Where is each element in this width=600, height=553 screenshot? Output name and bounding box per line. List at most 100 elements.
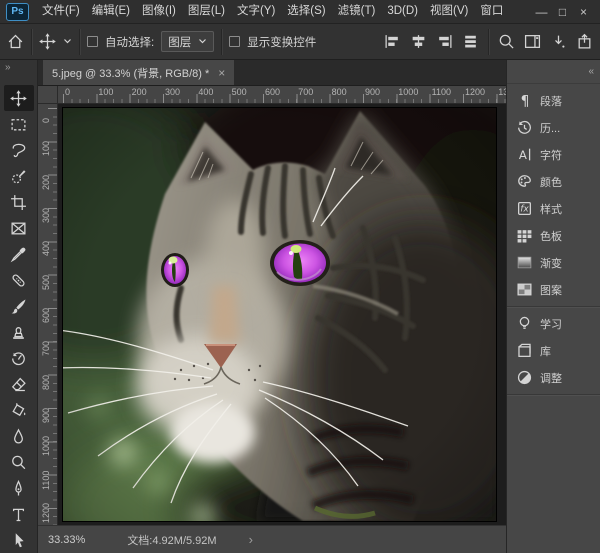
- tab-close-icon[interactable]: ×: [218, 66, 225, 80]
- auto-select-checkbox[interactable]: [87, 36, 98, 47]
- panel-item-styles[interactable]: fx样式: [507, 195, 600, 222]
- panel-item-label: 渐变: [540, 255, 562, 271]
- adjustments-icon: [512, 369, 536, 386]
- panel-item-adjustments[interactable]: 调整: [507, 364, 600, 391]
- close-button[interactable]: ×: [573, 1, 594, 23]
- tool-clone-stamp[interactable]: [4, 319, 34, 345]
- tool-gradient[interactable]: [4, 397, 34, 423]
- ruler-h-label-1000: 1000: [398, 87, 418, 97]
- menu-item-5[interactable]: 文字(Y): [231, 0, 281, 23]
- auto-select-target-dropdown[interactable]: 图层: [161, 31, 214, 52]
- tool-pen[interactable]: [4, 475, 34, 501]
- show-transform-checkbox[interactable]: [229, 36, 240, 47]
- panel-item-gradient[interactable]: 渐变: [507, 249, 600, 276]
- horizontal-ruler[interactable]: 0100200300400500600700800900100011001200…: [58, 86, 506, 104]
- tool-move[interactable]: [4, 85, 34, 111]
- menu-item-10[interactable]: 窗口: [474, 0, 509, 23]
- menu-item-7[interactable]: 滤镜(T): [332, 0, 382, 23]
- home-icon[interactable]: [7, 33, 24, 50]
- maximize-button[interactable]: □: [552, 1, 573, 23]
- tool-path-selection[interactable]: [4, 527, 34, 553]
- brush-icon: [10, 298, 27, 315]
- menu-item-6[interactable]: 选择(S): [281, 0, 331, 23]
- auto-select-target-value: 图层: [168, 34, 191, 50]
- ruler-h-label-1100: 1100: [432, 87, 451, 97]
- tool-dodge[interactable]: [4, 449, 34, 475]
- tool-blur[interactable]: [4, 423, 34, 449]
- menu-item-2[interactable]: 编辑(E): [86, 0, 136, 23]
- frame-icon: [10, 220, 27, 237]
- panel-groups: ¶段落历... A字符颜色 fx样式色板渐变图案学习库调整: [507, 84, 600, 395]
- minimize-button[interactable]: —: [531, 1, 552, 23]
- history-brush-icon: [10, 350, 27, 367]
- panel-item-swatches[interactable]: 色板: [507, 222, 600, 249]
- ruler-h-label-13: 13: [498, 87, 506, 97]
- panel-item-paragraph[interactable]: ¶段落: [507, 87, 600, 114]
- menu-item-8[interactable]: 3D(D): [381, 0, 424, 23]
- menu-item-1[interactable]: 文件(F): [36, 0, 86, 23]
- sync-icon[interactable]: [550, 33, 567, 50]
- canvas-image[interactable]: [63, 108, 496, 521]
- tool-crop[interactable]: [4, 189, 34, 215]
- ruler-h-label-0: 0: [65, 87, 70, 97]
- main-area: » 5.jpeg @ 33.3% (背景, RGB/8) * × 0100200…: [0, 60, 600, 553]
- gradient-icon: [512, 254, 536, 271]
- panel-item-label: 库: [540, 343, 551, 359]
- distribute-icon[interactable]: [462, 33, 479, 50]
- chevron-down-icon: [198, 38, 207, 45]
- move-tool-icon[interactable]: [39, 33, 56, 50]
- panel-item-character[interactable]: A字符: [507, 141, 600, 168]
- panel-item-libraries[interactable]: 库: [507, 337, 600, 364]
- svg-text:fx: fx: [520, 205, 529, 215]
- panel-collapse-button[interactable]: «: [507, 60, 600, 84]
- tool-quick-selection[interactable]: [4, 163, 34, 189]
- menu-item-4[interactable]: 图层(L): [182, 0, 231, 23]
- tool-lasso[interactable]: [4, 137, 34, 163]
- ruler-v-label-900: 900: [41, 408, 51, 423]
- document-tab[interactable]: 5.jpeg @ 33.3% (背景, RGB/8) * ×: [43, 60, 234, 85]
- menu-item-3[interactable]: 图像(I): [136, 0, 182, 23]
- panel-item-history[interactable]: 历...: [507, 114, 600, 141]
- panel-item-label: 历...: [540, 120, 560, 136]
- align-center-icon[interactable]: [410, 33, 427, 50]
- panel-item-color[interactable]: 颜色: [507, 168, 600, 195]
- ruler-v-label-800: 800: [41, 375, 51, 390]
- tool-eraser[interactable]: [4, 371, 34, 397]
- learn-icon: [512, 315, 536, 332]
- auto-select-label: 自动选择:: [105, 34, 154, 50]
- dodge-icon: [10, 454, 27, 471]
- ruler-h-label-1200: 1200: [465, 87, 485, 97]
- panel-item-learn[interactable]: 学习: [507, 310, 600, 337]
- search-icon[interactable]: [498, 33, 515, 50]
- zoom-level-field[interactable]: 33.33%: [48, 534, 85, 546]
- share-icon[interactable]: [576, 33, 593, 50]
- chevron-down-icon[interactable]: [63, 38, 72, 45]
- panel-item-pattern[interactable]: 图案: [507, 276, 600, 303]
- panel-item-label: 颜色: [540, 174, 562, 190]
- workspace-icon[interactable]: [524, 33, 541, 50]
- align-right-icon[interactable]: [436, 33, 453, 50]
- tool-spot-healing[interactable]: [4, 267, 34, 293]
- styles-icon: fx: [512, 200, 536, 217]
- tool-rectangular-marquee[interactable]: [4, 111, 34, 137]
- tool-eyedropper[interactable]: [4, 241, 34, 267]
- tool-strip: »: [0, 60, 38, 553]
- align-left-icon[interactable]: [384, 33, 401, 50]
- menu-item-9[interactable]: 视图(V): [424, 0, 474, 23]
- status-options-chevron[interactable]: ›: [249, 532, 253, 547]
- tool-type[interactable]: [4, 501, 34, 527]
- spot-healing-icon: [10, 272, 27, 289]
- vertical-ruler[interactable]: 0100200300400500600700800900100011001200: [38, 104, 58, 525]
- history-icon: [512, 119, 536, 136]
- ruler-v-label-400: 400: [41, 241, 51, 256]
- tool-frame[interactable]: [4, 215, 34, 241]
- ruler-h-label-100: 100: [98, 87, 113, 97]
- ruler-v-label-1000: 1000: [41, 436, 51, 456]
- pen-icon: [10, 480, 27, 497]
- tool-history-brush[interactable]: [4, 345, 34, 371]
- panel-group: 学习库调整: [507, 307, 600, 395]
- separator: [488, 29, 489, 55]
- toolstrip-collapse-button[interactable]: »: [0, 60, 37, 74]
- options-bar-right: [384, 29, 593, 55]
- tool-brush[interactable]: [4, 293, 34, 319]
